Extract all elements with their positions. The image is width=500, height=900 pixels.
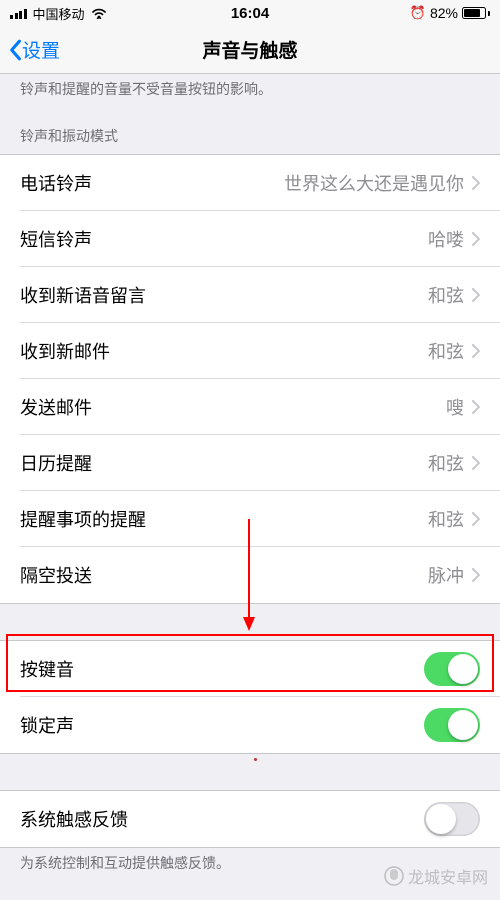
row-value: 和弦 bbox=[428, 506, 464, 532]
row-label: 按键音 bbox=[20, 656, 74, 682]
battery-icon bbox=[462, 7, 490, 19]
watermark-icon bbox=[384, 866, 404, 886]
row-value: 嗖 bbox=[446, 394, 464, 420]
battery-percentage: 82% bbox=[430, 5, 458, 21]
row-label: 发送邮件 bbox=[20, 394, 92, 420]
row-airdrop[interactable]: 隔空投送 脉冲 bbox=[0, 547, 500, 603]
ringtone-list: 电话铃声 世界这么大还是遇见你 短信铃声 哈喽 收到新语音留言 和弦 收到新邮件… bbox=[0, 154, 500, 604]
row-value: 脉冲 bbox=[428, 562, 464, 588]
back-label: 设置 bbox=[22, 36, 60, 63]
row-text-tone[interactable]: 短信铃声 哈喽 bbox=[0, 211, 500, 267]
chevron-right-icon bbox=[472, 512, 480, 526]
status-bar: 中国移动 16:04 ⏰ 82% bbox=[0, 0, 500, 26]
alarm-icon: ⏰ bbox=[410, 5, 426, 21]
row-label: 提醒事项的提醒 bbox=[20, 506, 146, 532]
nav-bar: 设置 声音与触感 bbox=[0, 26, 500, 74]
toggle-system-haptics[interactable] bbox=[424, 802, 480, 836]
row-label: 日历提醒 bbox=[20, 450, 92, 476]
row-ringtone[interactable]: 电话铃声 世界这么大还是遇见你 bbox=[0, 155, 500, 211]
chevron-right-icon bbox=[472, 344, 480, 358]
row-calendar[interactable]: 日历提醒 和弦 bbox=[0, 435, 500, 491]
toggle-lock-sound[interactable] bbox=[424, 708, 480, 742]
row-voicemail[interactable]: 收到新语音留言 和弦 bbox=[0, 267, 500, 323]
row-lock-sound: 锁定声 bbox=[0, 697, 500, 753]
row-sent-mail[interactable]: 发送邮件 嗖 bbox=[0, 379, 500, 435]
row-label: 锁定声 bbox=[20, 712, 74, 738]
chevron-right-icon bbox=[472, 232, 480, 246]
page-title: 声音与触感 bbox=[202, 36, 297, 63]
row-label: 收到新邮件 bbox=[20, 338, 110, 364]
back-button[interactable]: 设置 bbox=[0, 36, 60, 63]
row-system-haptics: 系统触感反馈 bbox=[0, 791, 500, 847]
sound-toggles-list: 按键音 锁定声 bbox=[0, 640, 500, 754]
row-label: 隔空投送 bbox=[20, 562, 92, 588]
row-label: 短信铃声 bbox=[20, 226, 92, 252]
section-header: 铃声和振动模式 bbox=[0, 108, 500, 154]
chevron-right-icon bbox=[472, 568, 480, 582]
chevron-right-icon bbox=[472, 288, 480, 302]
row-value: 和弦 bbox=[428, 450, 464, 476]
helper-text-top: 铃声和提醒的音量不受音量按钮的影响。 bbox=[0, 74, 500, 108]
chevron-right-icon bbox=[472, 176, 480, 190]
status-time: 16:04 bbox=[231, 5, 269, 22]
row-label: 系统触感反馈 bbox=[20, 806, 128, 832]
watermark: 龙城安卓网 bbox=[384, 864, 488, 888]
toggle-keyboard-clicks[interactable] bbox=[424, 652, 480, 686]
row-reminder[interactable]: 提醒事项的提醒 和弦 bbox=[0, 491, 500, 547]
chevron-right-icon bbox=[472, 456, 480, 470]
row-value: 哈喽 bbox=[428, 226, 464, 252]
carrier-label: 中国移动 bbox=[33, 4, 85, 23]
chevron-left-icon bbox=[8, 39, 22, 61]
row-value: 世界这么大还是遇见你 bbox=[284, 170, 464, 196]
watermark-text: 龙城安卓网 bbox=[408, 864, 488, 888]
row-value: 和弦 bbox=[428, 338, 464, 364]
dot-annotation bbox=[254, 758, 257, 761]
row-label: 收到新语音留言 bbox=[20, 282, 146, 308]
row-label: 电话铃声 bbox=[20, 170, 92, 196]
wifi-icon bbox=[91, 7, 107, 19]
haptic-list: 系统触感反馈 bbox=[0, 790, 500, 848]
row-keyboard-clicks: 按键音 bbox=[0, 641, 500, 697]
chevron-right-icon bbox=[472, 400, 480, 414]
row-value: 和弦 bbox=[428, 282, 464, 308]
row-new-mail[interactable]: 收到新邮件 和弦 bbox=[0, 323, 500, 379]
signal-icon bbox=[10, 7, 27, 19]
